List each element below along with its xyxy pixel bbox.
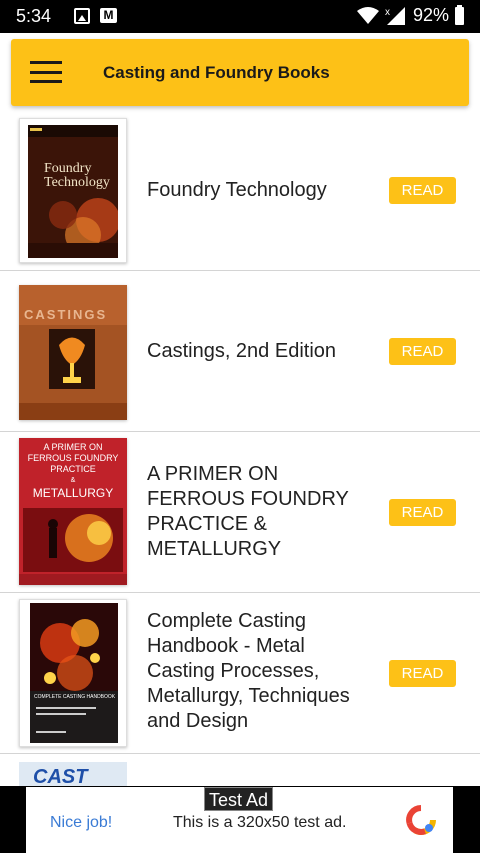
cover-title-text: A PRIMER ON FERROUS FOUNDRY PRACTICE & M…: [19, 442, 127, 499]
app-bar: Casting and Foundry Books: [11, 39, 469, 106]
app-title: Casting and Foundry Books: [103, 63, 330, 82]
book-cover-primer-ferrous-foundry[interactable]: A PRIMER ON FERROUS FOUNDRY PRACTICE & M…: [19, 438, 127, 585]
book-row[interactable]: COMPLETE CASTING HANDBOOK Complete Casti…: [0, 593, 480, 754]
book-list: Foundry Technology Foundry Technology RE…: [0, 110, 480, 822]
book-title[interactable]: Complete Casting Handbook - Metal Castin…: [147, 609, 377, 734]
foundry-technology-cover-art: [28, 125, 120, 258]
ad-logo-icon: [406, 805, 436, 835]
read-button[interactable]: READ: [389, 660, 456, 687]
cover-line: PRACTICE: [50, 464, 96, 474]
cover-line: A PRIMER ON: [43, 442, 103, 452]
book-row[interactable]: A PRIMER ON FERROUS FOUNDRY PRACTICE & M…: [0, 432, 480, 593]
ad-headline[interactable]: Nice job!: [50, 814, 112, 832]
book-row[interactable]: CASTINGS Castings, 2nd Edition READ: [0, 271, 480, 432]
test-ad-label: Test Ad: [204, 787, 274, 811]
signal-icon: x: [385, 6, 405, 25]
status-time: 5:34: [16, 6, 52, 26]
castings-cover-art: [19, 285, 127, 420]
read-button[interactable]: READ: [389, 499, 456, 526]
read-button[interactable]: READ: [389, 338, 456, 365]
cover-title-text: CASTINGS: [24, 307, 108, 322]
battery-percentage: 92%: [412, 5, 449, 25]
gmail-notification-icon: M: [100, 8, 117, 23]
book-title[interactable]: Castings, 2nd Edition: [147, 339, 377, 364]
book-title[interactable]: A PRIMER ON FERROUS FOUNDRY PRACTICE & M…: [147, 462, 377, 562]
svg-text:x: x: [385, 7, 390, 18]
book-row[interactable]: Foundry Technology Foundry Technology RE…: [0, 110, 480, 271]
cover-title-text: COMPLETE CASTING HANDBOOK: [34, 694, 116, 700]
book-cover-castings[interactable]: CASTINGS: [19, 285, 127, 420]
cover-line: Technology: [44, 175, 110, 190]
cover-line: Foundry: [44, 161, 92, 176]
notification-icons: M: [74, 8, 117, 24]
cover-line: &: [70, 477, 76, 484]
status-right: x 92%: [356, 4, 464, 26]
book-cover-complete-casting-handbook[interactable]: COMPLETE CASTING HANDBOOK: [19, 599, 127, 747]
handbook-cover-art: [30, 603, 118, 743]
status-bar: 5:34 M x 92%: [0, 0, 480, 33]
ad-body[interactable]: This is a 320x50 test ad.: [173, 814, 346, 832]
hamburger-menu-icon[interactable]: [30, 61, 62, 83]
battery-icon: [455, 4, 464, 25]
cover-line: METALLURGY: [32, 486, 114, 500]
wifi-icon: [356, 6, 379, 24]
book-title[interactable]: Foundry Technology: [147, 178, 377, 203]
book-cover-foundry-technology[interactable]: Foundry Technology: [19, 118, 127, 263]
cover-title-text: Foundry Technology: [44, 162, 110, 190]
read-button[interactable]: READ: [389, 177, 456, 204]
cover-line: FERROUS FOUNDRY: [27, 453, 119, 463]
image-notification-icon: [74, 8, 90, 24]
